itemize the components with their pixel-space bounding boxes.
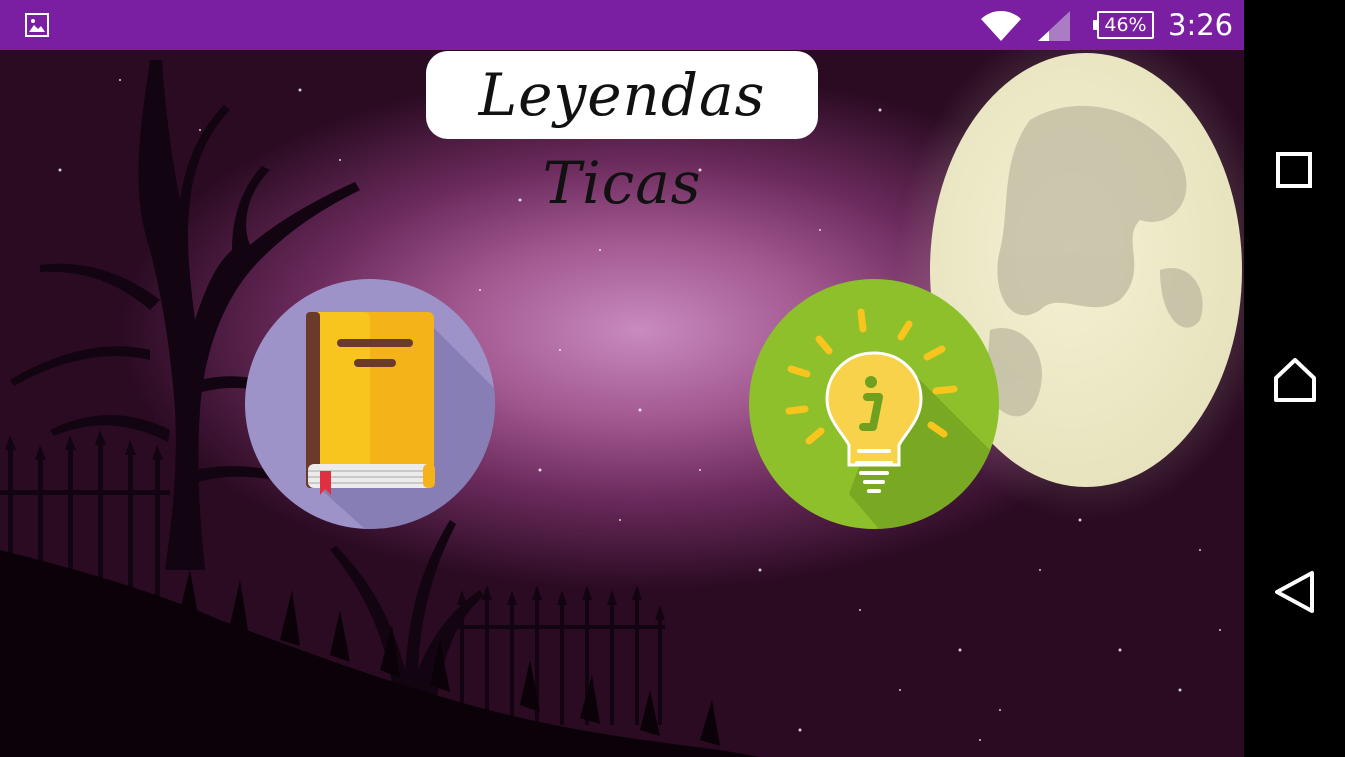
main-scene: Leyendas Ticas [0, 50, 1244, 757]
status-bar: 46% 3:26 [0, 0, 1244, 50]
app-title-banner: Leyendas Ticas [426, 51, 818, 217]
cell-signal-icon [1038, 11, 1070, 41]
legends-book-button[interactable] [245, 279, 495, 529]
image-notification-icon [25, 13, 49, 37]
recents-square-icon[interactable] [1268, 144, 1322, 198]
clock: 3:26 [1168, 8, 1234, 42]
back-triangle-icon[interactable] [1268, 565, 1322, 619]
navigation-bar [1244, 0, 1345, 757]
app-title: Leyendas Ticas [478, 61, 766, 217]
home-icon[interactable] [1268, 354, 1322, 408]
info-lightbulb-button[interactable] [749, 279, 999, 529]
battery-indicator: 46% [1093, 11, 1154, 39]
fence-middle-silhouette [450, 585, 665, 725]
lightbulb-icon [785, 308, 999, 529]
book-icon [306, 312, 495, 529]
wifi-icon [981, 11, 1021, 41]
